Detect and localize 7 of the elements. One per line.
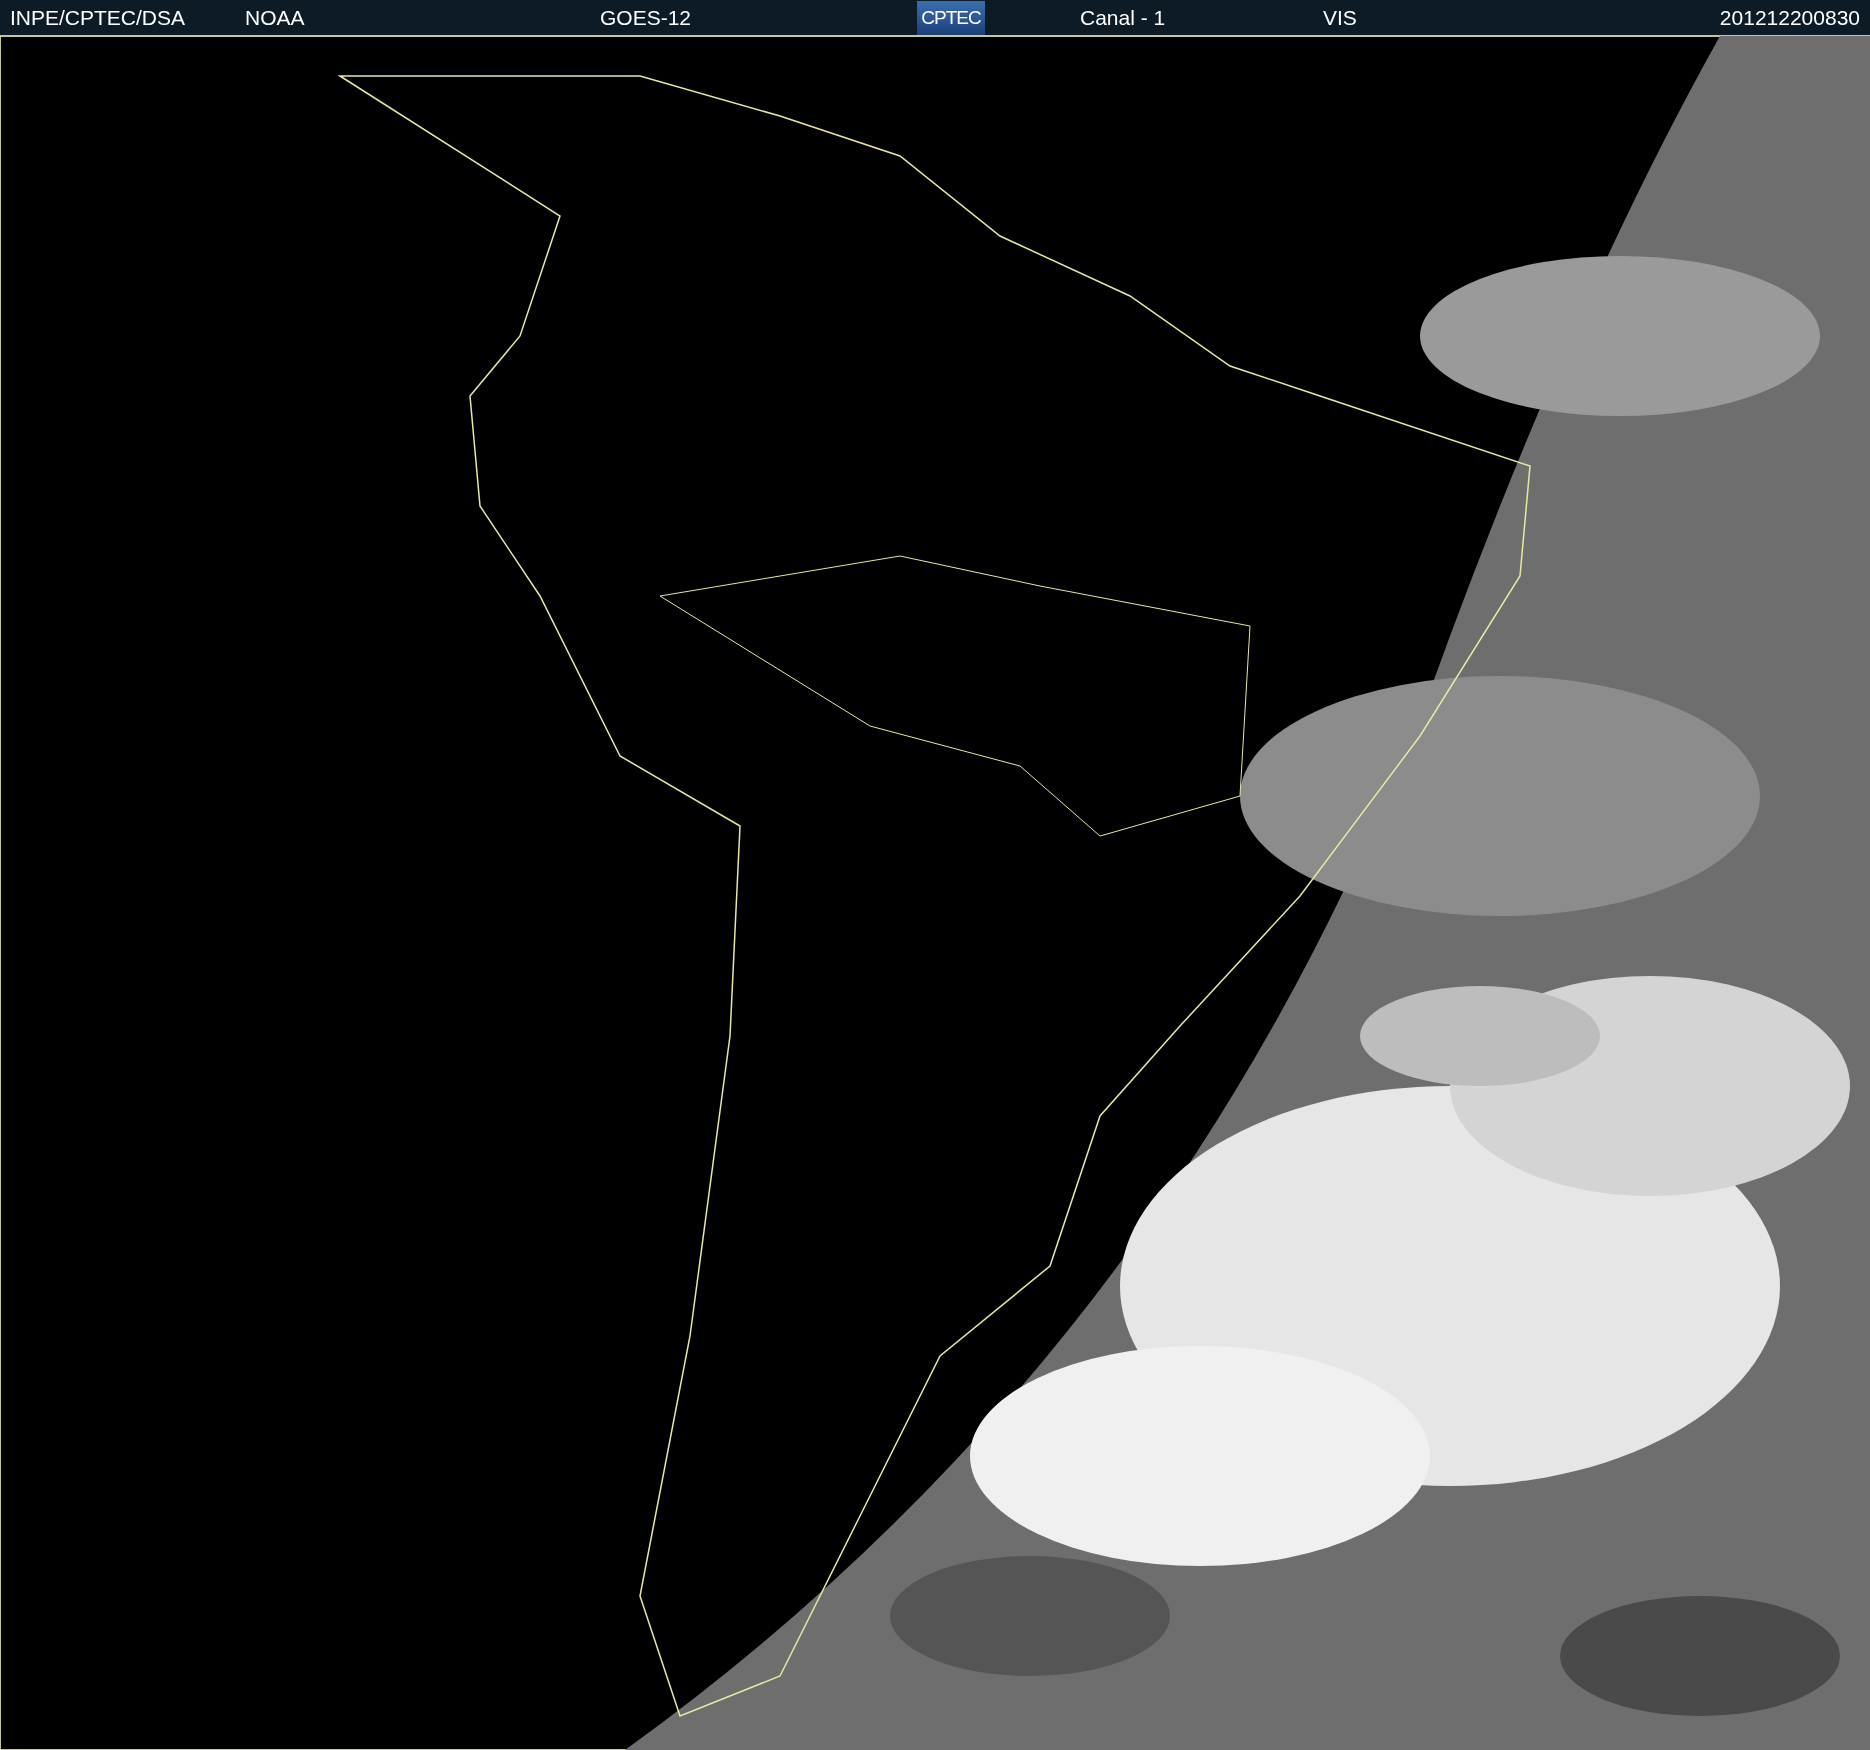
- timestamp-label: 201212200830: [1719, 5, 1861, 30]
- channel-label: Canal - 1: [1080, 5, 1167, 30]
- satellite-label: GOES-12: [600, 5, 693, 30]
- source-label: INPE/CPTEC/DSA: [9, 5, 187, 30]
- band-label: VIS: [1323, 5, 1358, 30]
- agency-label: NOAA: [245, 5, 306, 30]
- logo: CPTEC: [917, 0, 985, 35]
